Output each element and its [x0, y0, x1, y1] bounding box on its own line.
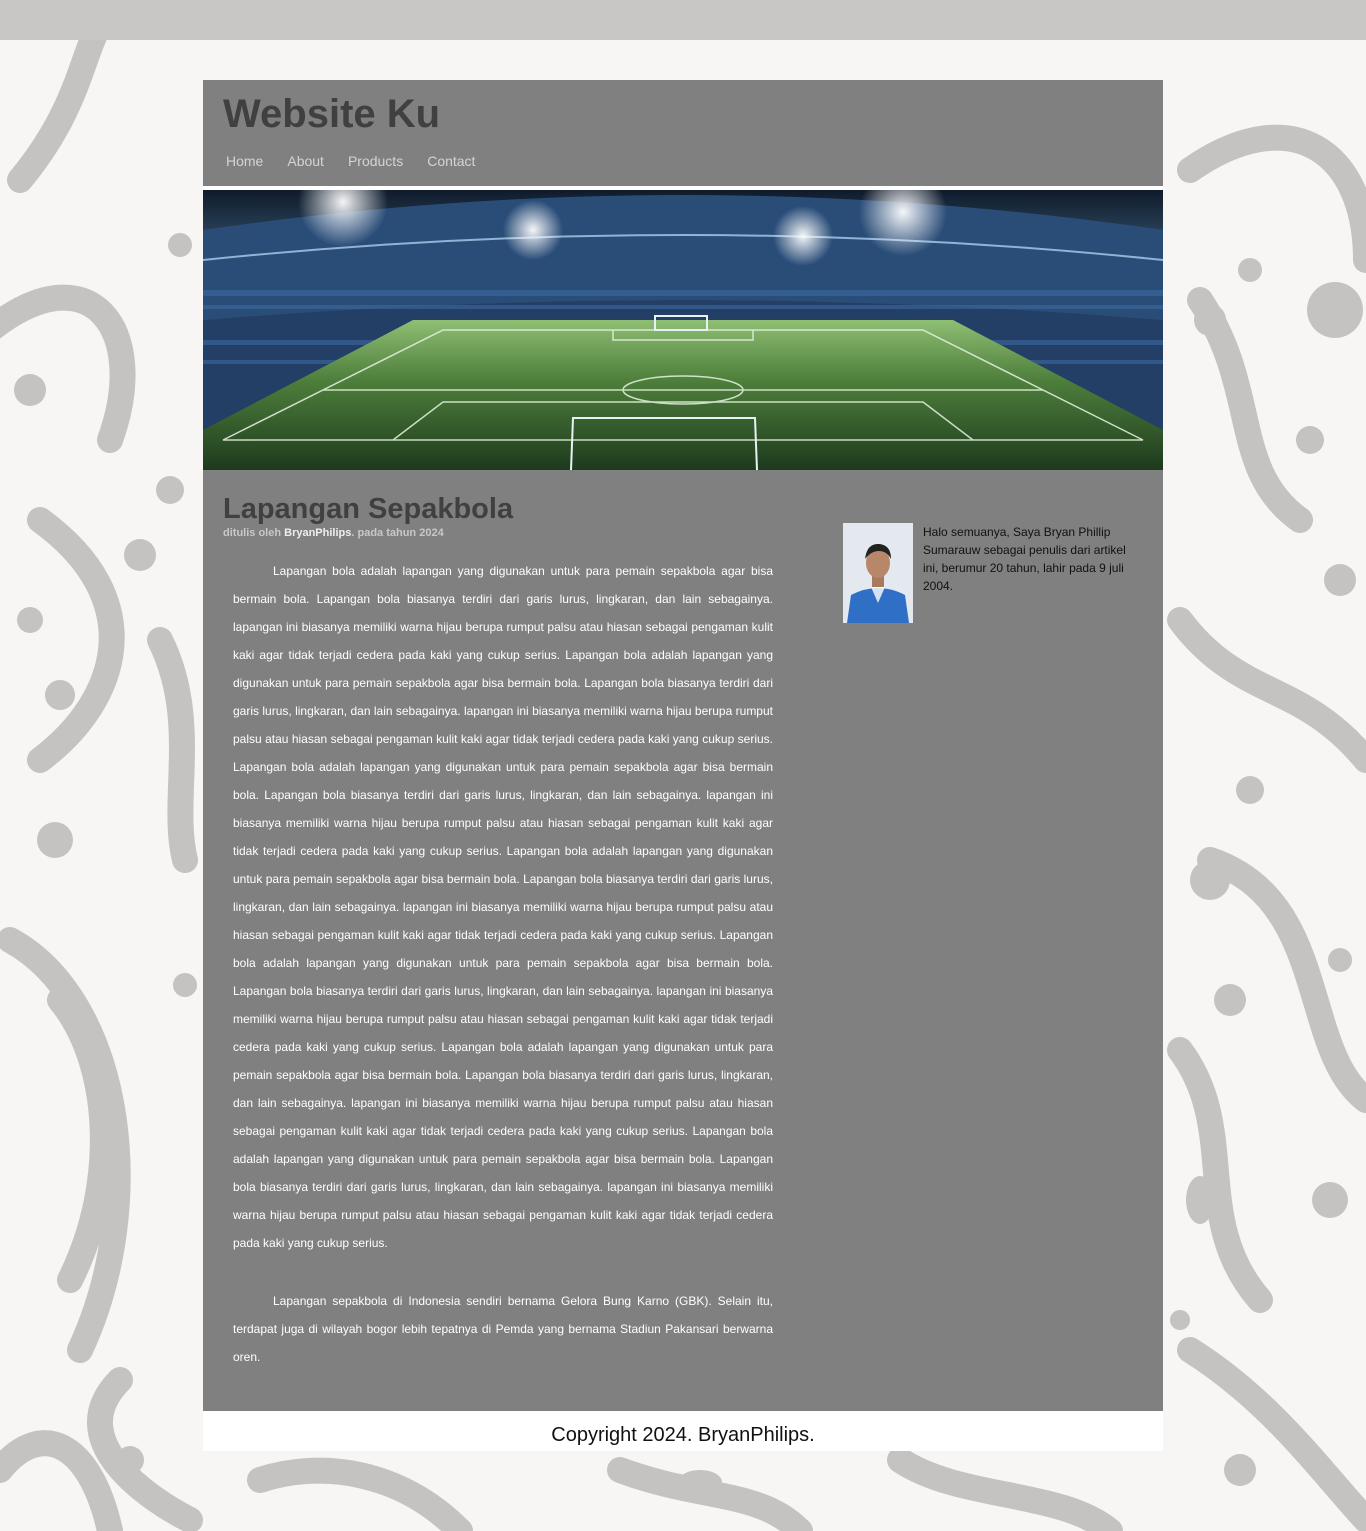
footer: Copyright 2024. BryanPhilips.: [203, 1411, 1163, 1451]
site-header: Website Ku Home About Products Contact: [203, 80, 1163, 186]
author-sidebar: Halo semuanya, Saya Bryan Phillip Sumara…: [843, 523, 1133, 623]
article-title: Lapangan Sepakbola: [223, 493, 514, 525]
main-nav: Home About Products Contact: [226, 153, 499, 169]
nav-products[interactable]: Products: [348, 153, 403, 169]
article-paragraph-1: Lapangan bola adalah lapangan yang digun…: [233, 564, 773, 1250]
meta-prefix: ditulis oleh: [223, 527, 282, 539]
article-meta: ditulis oleh BryanPhilips. pada tahun 20…: [223, 527, 773, 539]
page-container: Website Ku Home About Products Contact L…: [203, 80, 1163, 1451]
nav-home[interactable]: Home: [226, 153, 263, 169]
nav-about[interactable]: About: [287, 153, 324, 169]
avatar: [843, 523, 913, 623]
author-bio: Halo semuanya, Saya Bryan Phillip Sumara…: [923, 525, 1126, 593]
article-author: BryanPhilips: [284, 527, 352, 539]
copyright-text: Copyright 2024. BryanPhilips.: [551, 1424, 815, 1446]
nav-contact[interactable]: Contact: [427, 153, 475, 169]
site-title: Website Ku: [223, 92, 441, 136]
article: Lapangan Sepakbola ditulis oleh BryanPhi…: [223, 492, 773, 1371]
article-paragraph-2: Lapangan sepakbola di Indonesia sendiri …: [233, 1294, 773, 1364]
meta-suffix: . pada tahun 2024: [351, 527, 444, 539]
top-bar: [0, 0, 1366, 40]
main-content: Lapangan Sepakbola ditulis oleh BryanPhi…: [203, 470, 1163, 1411]
hero-image-stadium: [203, 190, 1163, 470]
